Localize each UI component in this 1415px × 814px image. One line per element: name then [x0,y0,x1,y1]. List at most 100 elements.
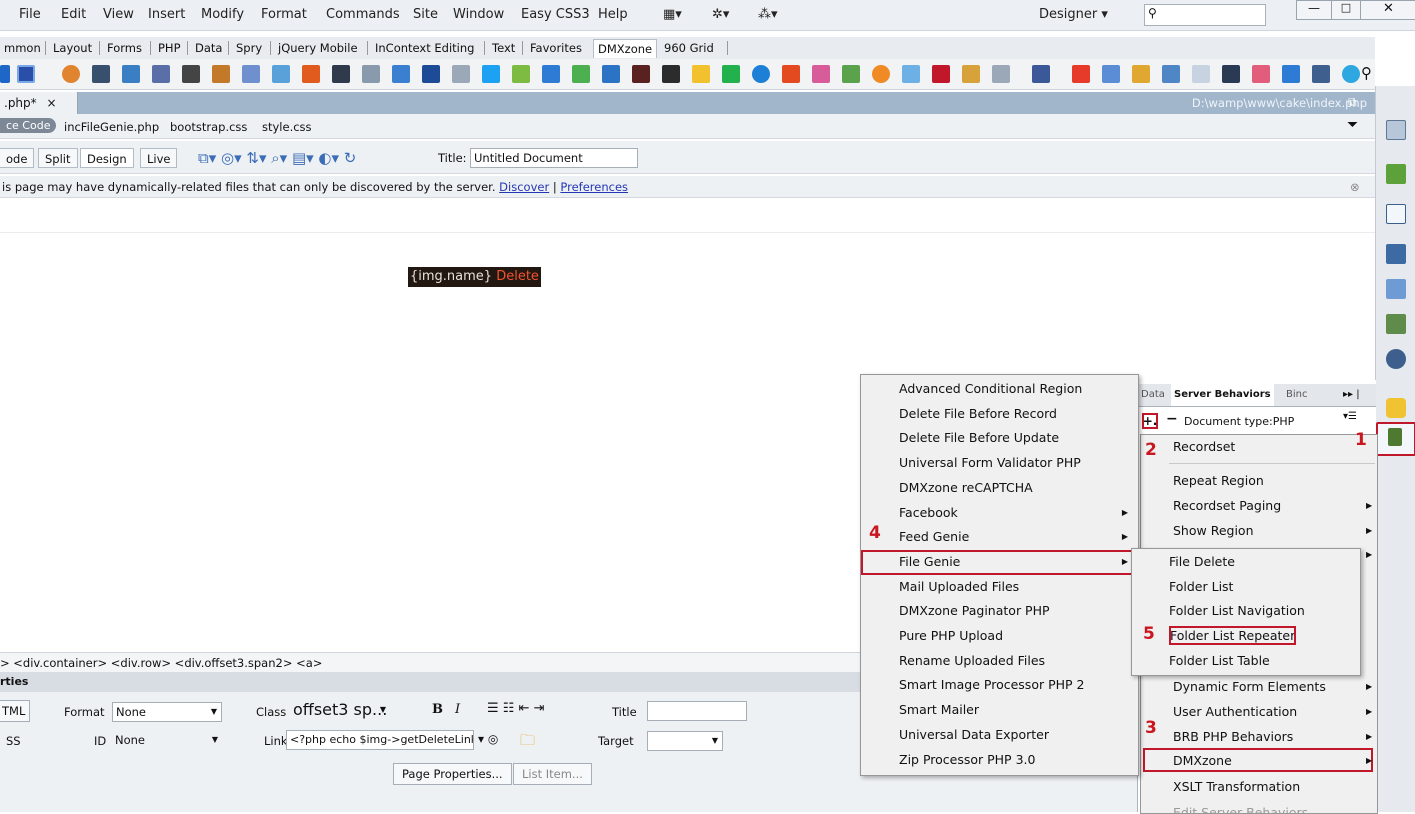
filter-icon[interactable]: ⏷ [1347,117,1358,133]
menu-item-brb-php-behaviors[interactable]: BRB PHP Behaviors [1173,729,1293,744]
toolbar-icon[interactable] [1072,65,1090,83]
menu-view[interactable]: View [103,7,134,22]
close-window-button[interactable]: ✕ [1360,0,1415,20]
bold-button[interactable]: B [432,702,443,717]
related-file[interactable]: style.css [262,120,312,134]
toolbar-icon[interactable] [782,65,800,83]
selected-element[interactable]: {img.name} Delete [408,267,541,287]
menu-item-zip-processor[interactable]: Zip Processor PHP 3.0 [861,748,1138,773]
menu-item-facebook[interactable]: Facebook ▶ [861,501,1138,526]
tab-server-behaviors[interactable]: Server Behaviors [1171,384,1274,406]
toolbar-icon[interactable] [152,65,170,83]
tab-spry[interactable]: Spry [232,39,266,57]
toolbar-icon[interactable] [662,65,680,83]
menu-item-show-region[interactable]: Show Region [1173,523,1254,538]
menu-commands[interactable]: Commands [326,7,400,22]
tag-selector[interactable]: > <div.container> <div.row> <div.offset3… [0,652,860,673]
design-view-button[interactable]: Design [80,148,134,168]
menu-item-file-genie[interactable]: File Genie ▶ [861,549,1138,575]
search-input[interactable]: ⚲ [1144,4,1266,26]
toolbar-icon[interactable] [1162,65,1180,83]
toolbar-icon[interactable] [1312,65,1330,83]
source-code-button[interactable]: ce Code [0,118,57,133]
html-button[interactable]: TML [0,700,30,722]
menu-item-repeat-region[interactable]: Repeat Region [1173,473,1264,488]
toolbar-icon[interactable] [992,65,1010,83]
menu-item-delete-file-before-update[interactable]: Delete File Before Update [861,426,1138,451]
split-view-button[interactable]: Split [38,148,78,168]
search-icon[interactable]: ⚲ [1361,64,1372,82]
tab-jquery-mobile[interactable]: jQuery Mobile [274,39,362,57]
tab-data[interactable]: Data [191,39,226,57]
code-view-button[interactable]: ode [0,148,35,168]
list-item-button[interactable]: List Item... [513,763,592,785]
toolbar-icon[interactable] [62,65,80,83]
point-to-file-icon[interactable]: ▾ ◎ [478,732,498,746]
document-tab[interactable]: .php* × [0,92,78,114]
menu-item-dmxzone[interactable]: DMXzone ▶ [1143,748,1373,772]
toolbar-icon[interactable] [422,65,440,83]
target-select[interactable] [647,731,723,751]
tab-960-grid[interactable]: 960 Grid [660,39,718,57]
toolbar-icon[interactable] [452,65,470,83]
toolbar-icon[interactable] [722,65,740,83]
toolbar-icon[interactable] [692,65,710,83]
toolbar-icon[interactable] [1342,65,1360,83]
menu-item-dynamic-form-elements[interactable]: Dynamic Form Elements [1173,679,1326,694]
menu-item-file-delete[interactable]: File Delete [1132,550,1360,575]
toolbar-icon[interactable] [902,65,920,83]
italic-button[interactable]: I [455,702,460,717]
menu-item-recordset-paging[interactable]: Recordset Paging [1173,498,1281,513]
facebook-icon[interactable] [1032,65,1050,83]
menu-easy-css3[interactable]: Easy CSS3 [521,7,590,22]
tab-databases[interactable]: Data [1141,384,1165,406]
menu-item-dmxzone-recaptcha[interactable]: DMXzone reCAPTCHA [861,476,1138,501]
tab-common[interactable]: mmon [0,39,45,57]
title-input[interactable]: Untitled Document [470,148,638,168]
menu-site[interactable]: Site [413,7,438,22]
menu-item-pure-php-upload[interactable]: Pure PHP Upload [861,624,1138,649]
restore-icon[interactable]: ⧉ [1348,95,1357,110]
tab-forms[interactable]: Forms [103,39,146,57]
related-file[interactable]: bootstrap.css [170,120,247,134]
toolbar-icon[interactable] [92,65,110,83]
menu-item-mail-uploaded-files[interactable]: Mail Uploaded Files [861,575,1138,600]
toolbar-icon[interactable] [632,65,650,83]
toolbar-icon[interactable] [812,65,830,83]
list-icons[interactable]: ☰ ☷ ⇤ ⇥ [487,701,545,716]
menu-file[interactable]: File [19,7,41,22]
site-icon[interactable]: ⁂▾ [758,7,778,22]
code-inspect-icon[interactable] [1386,349,1406,369]
menu-item-folder-list-repeater[interactable]: Folder List Repeater [1132,624,1360,649]
tab-layout[interactable]: Layout [49,39,96,57]
menu-item-universal-form-validator[interactable]: Universal Form Validator PHP [861,451,1138,476]
panel-menu-icon[interactable]: ▸▸ | ▾☰ [1343,384,1376,428]
menu-modify[interactable]: Modify [201,7,244,22]
toolbar-icon[interactable] [392,65,410,83]
class-select[interactable]: offset3 sp... [290,700,390,722]
menu-insert[interactable]: Insert [148,7,185,22]
menu-item-universal-data-exporter[interactable]: Universal Data Exporter [861,723,1138,748]
related-file[interactable]: incFileGenie.php [64,120,159,134]
id-select[interactable]: None [112,731,222,751]
toolbar-icon[interactable] [242,65,260,83]
menu-item-dmxzone-paginator[interactable]: DMXzone Paginator PHP [861,599,1138,624]
tag-inspector-icon[interactable] [1386,244,1406,264]
jquery-panel-icon[interactable] [1386,204,1406,224]
layout-icon[interactable]: ▦▾ [663,7,682,22]
tab-dmxzone[interactable]: DMXzone [593,39,658,58]
toolbar-icon[interactable] [1102,65,1120,83]
menu-format[interactable]: Format [261,7,307,22]
page-properties-button[interactable]: Page Properties... [393,763,512,785]
toolbar-icon[interactable] [122,65,140,83]
gear-icon[interactable]: ✲▾ [712,7,729,22]
menu-item-recordset[interactable]: Recordset [1173,439,1235,454]
menu-window[interactable]: Window [453,7,504,22]
menu-item-xslt-transformation[interactable]: XSLT Transformation [1173,779,1300,794]
toolbar-icon[interactable] [842,65,860,83]
menu-item-folder-list-navigation[interactable]: Folder List Navigation [1132,599,1360,624]
maximize-button[interactable]: □ [1331,0,1361,20]
insert-panel-icon[interactable] [1386,120,1406,140]
menu-item-folder-list[interactable]: Folder List [1132,575,1360,600]
menu-item-feed-genie[interactable]: Feed Genie ▶ [861,525,1138,550]
